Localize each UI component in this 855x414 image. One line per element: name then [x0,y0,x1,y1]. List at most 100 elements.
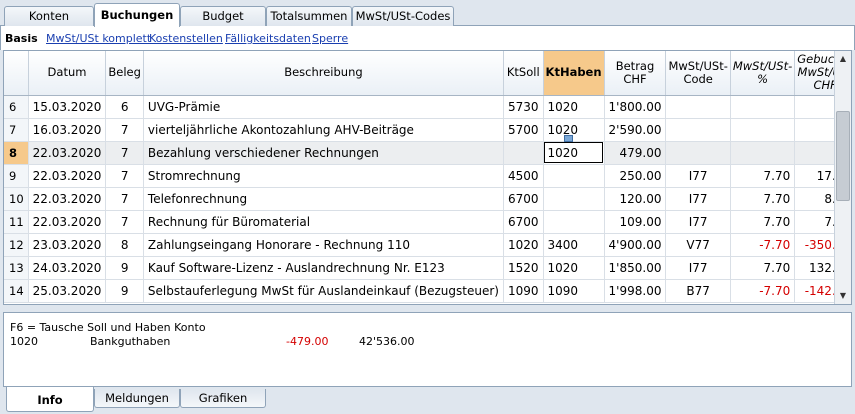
cell-beleg[interactable]: 7 [105,141,144,165]
cell-datum[interactable]: 22.03.2020 [28,187,107,211]
cell-mwst-code[interactable] [665,95,731,119]
cell-beschreibung[interactable]: Rechnung für Büromaterial [143,210,504,234]
cell-ktsoll[interactable]: 1090 [503,279,544,303]
cell-ktsoll[interactable] [503,141,544,165]
col-header-datum[interactable]: Datum [28,51,107,96]
cell-beleg[interactable]: 9 [105,256,144,280]
cell-mwst-code[interactable]: V77 [665,233,731,257]
cell-kthaben[interactable]: 1090 [543,279,605,303]
view-link-faelligkeitsdaten[interactable]: Fälligkeitsdaten [225,32,311,45]
col-header-beschreibung[interactable]: Beschreibung [143,51,504,96]
table-row[interactable]: 7 16.03.2020 7 vierteljährliche Akontozahlu… [4,118,851,142]
scroll-up-icon[interactable]: ▲ [835,51,851,67]
cell-kthaben[interactable]: 1020 [543,256,605,280]
cell-kthaben[interactable]: 1020 [543,118,605,142]
col-header-kthaben[interactable]: KtHaben [543,51,605,96]
cell-beschreibung[interactable]: Telefonrechnung [143,187,504,211]
cell-kthaben[interactable] [543,164,605,188]
table-row[interactable]: 6 15.03.2020 6 UVG-Prämie 5730 1020 1'800.00 [4,95,851,119]
table-row[interactable]: 14 25.03.2020 9 Selbstauferlegung MwSt für … [4,279,851,303]
vertical-scrollbar[interactable]: ▲ ▼ [834,51,851,304]
cell-mwst-code[interactable]: I77 [665,164,731,188]
cell-mwst-pct[interactable] [730,95,796,119]
cell-mwst-code[interactable]: B77 [665,279,731,303]
tab-budget[interactable]: Budget [180,6,266,26]
cell-dropdown-icon[interactable] [564,135,573,142]
tab-info[interactable]: Info [6,387,94,412]
cell-ktsoll[interactable]: 1020 [503,233,544,257]
cell-betrag[interactable]: 1'800.00 [604,95,667,119]
cell-mwst-code[interactable] [665,141,731,165]
cell-betrag[interactable]: 2'590.00 [604,118,667,142]
table-row[interactable]: 11 22.03.2020 7 Rechnung für Büromaterial 67… [4,210,851,234]
cell-beleg[interactable]: 7 [105,210,144,234]
table-row[interactable]: 13 24.03.2020 9 Kauf Software-Lizenz - Ausl… [4,256,851,280]
cell-betrag[interactable]: 1'850.00 [604,256,667,280]
cell-mwst-pct[interactable]: 7.70 [730,256,796,280]
cell-mwst-pct[interactable] [730,141,796,165]
tab-buchungen[interactable]: Buchungen [94,3,180,27]
cell-datum[interactable]: 24.03.2020 [28,256,107,280]
cell-betrag[interactable]: 250.00 [604,164,667,188]
tab-mwst-codes[interactable]: MwSt/USt-Codes [352,6,454,26]
cell-beschreibung[interactable]: Zahlungseingang Honorare - Rechnung 110 [143,233,504,257]
cell-beschreibung[interactable]: vierteljährliche Akontozahlung AHV-Beitr… [143,118,504,142]
cell-beleg[interactable]: 9 [105,279,144,303]
cell-beschreibung[interactable]: Bezahlung verschiedener Rechnungen [143,141,504,165]
cell-mwst-code[interactable]: I77 [665,210,731,234]
cell-betrag[interactable]: 4'900.00 [604,233,667,257]
cell-mwst-pct[interactable]: -7.70 [730,279,796,303]
cell-datum[interactable]: 25.03.2020 [28,279,107,303]
cell-beschreibung[interactable]: UVG-Prämie [143,95,504,119]
cell-beleg[interactable]: 7 [105,164,144,188]
cell-mwst-code[interactable] [665,118,731,142]
cell-ktsoll[interactable]: 4500 [503,164,544,188]
cell-beleg[interactable]: 7 [105,187,144,211]
cell-kthaben[interactable]: 3400 [543,233,605,257]
cell-beleg[interactable]: 7 [105,118,144,142]
cell-datum[interactable]: 23.03.2020 [28,233,107,257]
table-row[interactable]: 9 22.03.2020 7 Stromrechnung 4500 250.00 I77 7.… [4,164,851,188]
cell-beleg[interactable]: 8 [105,233,144,257]
cell-mwst-pct[interactable] [730,118,796,142]
cell-ktsoll[interactable]: 5700 [503,118,544,142]
scrollbar-thumb[interactable] [836,111,850,201]
tab-meldungen[interactable]: Meldungen [94,389,180,408]
cell-mwst-pct[interactable]: -7.70 [730,233,796,257]
col-header-betrag[interactable]: Betrag CHF [604,51,667,96]
cell-mwst-code[interactable]: I77 [665,256,731,280]
cell-kthaben[interactable]: 1020 [543,141,605,165]
cell-betrag[interactable]: 479.00 [604,141,667,165]
view-basis[interactable]: Basis [5,32,38,45]
cell-kthaben[interactable] [543,210,605,234]
cell-mwst-pct[interactable]: 7.70 [730,187,796,211]
cell-datum[interactable]: 16.03.2020 [28,118,107,142]
col-header-ktsoll[interactable]: KtSoll [503,51,544,96]
table-row[interactable]: 8 22.03.2020 7 Bezahlung verschiedener Rech… [4,141,851,165]
cell-ktsoll[interactable]: 6700 [503,187,544,211]
cell-ktsoll[interactable]: 5730 [503,95,544,119]
cell-ktsoll[interactable]: 6700 [503,210,544,234]
cell-betrag[interactable]: 120.00 [604,187,667,211]
cell-datum[interactable]: 22.03.2020 [28,141,107,165]
cell-mwst-pct[interactable]: 7.70 [730,164,796,188]
view-link-mwst-komplett[interactable]: MwSt/USt komplett [46,32,151,45]
cell-datum[interactable]: 22.03.2020 [28,164,107,188]
table-row[interactable]: 10 22.03.2020 7 Telefonrechnung 6700 120.00 I7… [4,187,851,211]
tab-konten[interactable]: Konten [4,6,94,26]
cell-beschreibung[interactable]: Selbstauferlegung MwSt für Auslandeinkau… [143,279,504,303]
cell-ktsoll[interactable]: 1520 [503,256,544,280]
view-link-sperre[interactable]: Sperre [312,32,348,45]
cell-beschreibung[interactable]: Stromrechnung [143,164,504,188]
cell-beschreibung[interactable]: Kauf Software-Lizenz - Auslandrechnung N… [143,256,504,280]
col-header-mwst-pct[interactable]: MwSt/USt-% [730,51,796,96]
cell-mwst-pct[interactable]: 7.70 [730,210,796,234]
cell-kthaben[interactable] [543,187,605,211]
cell-betrag[interactable]: 1'998.00 [604,279,667,303]
view-link-kostenstellen[interactable]: Kostenstellen [149,32,223,45]
col-header-beleg[interactable]: Beleg [105,51,144,96]
scroll-down-icon[interactable]: ▼ [835,288,851,304]
cell-datum[interactable]: 15.03.2020 [28,95,107,119]
table-row[interactable]: 12 23.03.2020 8 Zahlungseingang Honorare - … [4,233,851,257]
cell-kthaben[interactable]: 1020 [543,95,605,119]
